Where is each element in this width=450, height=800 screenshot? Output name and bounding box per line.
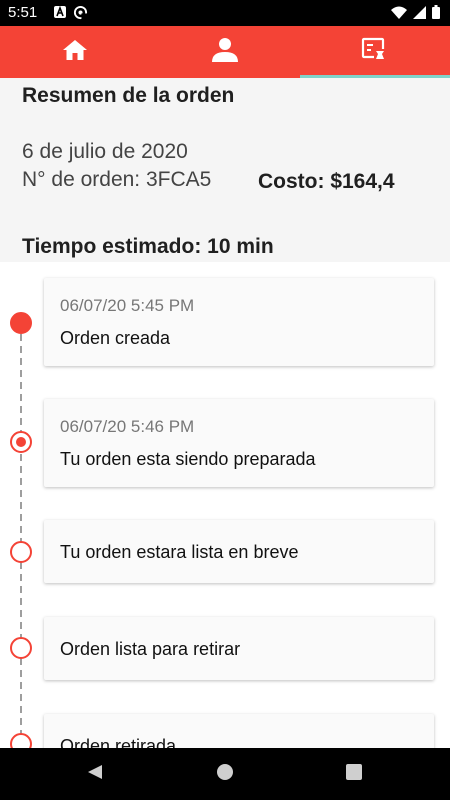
timeline-label: Tu orden estara lista en breve xyxy=(60,542,299,562)
tab-orders[interactable] xyxy=(300,26,450,78)
timeline-label: Orden lista para retirar xyxy=(60,639,241,659)
tab-profile[interactable] xyxy=(150,26,300,78)
timeline-card: 06/07/20 5:46 PM Tu orden esta siendo pr… xyxy=(44,399,434,487)
timeline-label: Orden retirada xyxy=(60,736,177,748)
timeline-dot-pending xyxy=(10,637,32,659)
back-icon xyxy=(86,763,104,786)
timeline-dot-done xyxy=(10,312,32,334)
system-nav-bar xyxy=(0,748,450,800)
order-date: 6 de julio de 2020 xyxy=(22,140,188,163)
order-number: N° de orden: 3FCA5 xyxy=(22,168,212,191)
person-icon xyxy=(211,37,239,68)
estimated-time: Tiempo estimado: 10 min xyxy=(22,235,274,258)
tab-bar xyxy=(0,26,450,78)
timeline-card: Orden retirada xyxy=(44,714,434,748)
back-button[interactable] xyxy=(83,762,107,786)
status-time: 5:51 xyxy=(8,4,38,21)
receipt-icon xyxy=(361,37,389,68)
timeline-line xyxy=(20,322,22,748)
order-timeline[interactable]: 06/07/20 5:45 PM Orden creada 06/07/20 5… xyxy=(0,262,450,748)
tab-home[interactable] xyxy=(0,26,150,78)
timeline-dot-current xyxy=(10,431,32,453)
summary-title: Resumen de la orden xyxy=(22,84,235,107)
order-cost: Costo: $164,4 xyxy=(258,170,395,193)
home-button[interactable] xyxy=(213,762,237,786)
timeline-dot-pending xyxy=(10,541,32,563)
wifi-icon xyxy=(391,6,407,24)
timeline-card: Orden lista para retirar xyxy=(44,617,434,680)
recents-button[interactable] xyxy=(342,762,366,786)
battery-icon xyxy=(432,5,440,24)
timeline-timestamp: 06/07/20 5:46 PM xyxy=(60,417,195,436)
home-icon xyxy=(62,38,88,67)
status-bar: 5:51 xyxy=(0,0,450,26)
recents-icon xyxy=(346,763,362,785)
timeline-card: 06/07/20 5:45 PM Orden creada xyxy=(44,278,434,366)
timeline-card: Tu orden estara lista en breve xyxy=(44,520,434,583)
home-circle-icon xyxy=(216,763,234,786)
order-summary: Resumen de la orden 6 de julio de 2020 N… xyxy=(0,78,450,262)
notification-a-icon xyxy=(53,5,67,25)
timeline-timestamp: 06/07/20 5:45 PM xyxy=(60,296,195,315)
sync-icon xyxy=(73,5,88,25)
timeline-dot-pending xyxy=(10,733,32,748)
timeline-label: Tu orden esta siendo preparada xyxy=(60,449,316,469)
timeline-label: Orden creada xyxy=(60,328,171,348)
signal-icon xyxy=(413,5,426,24)
